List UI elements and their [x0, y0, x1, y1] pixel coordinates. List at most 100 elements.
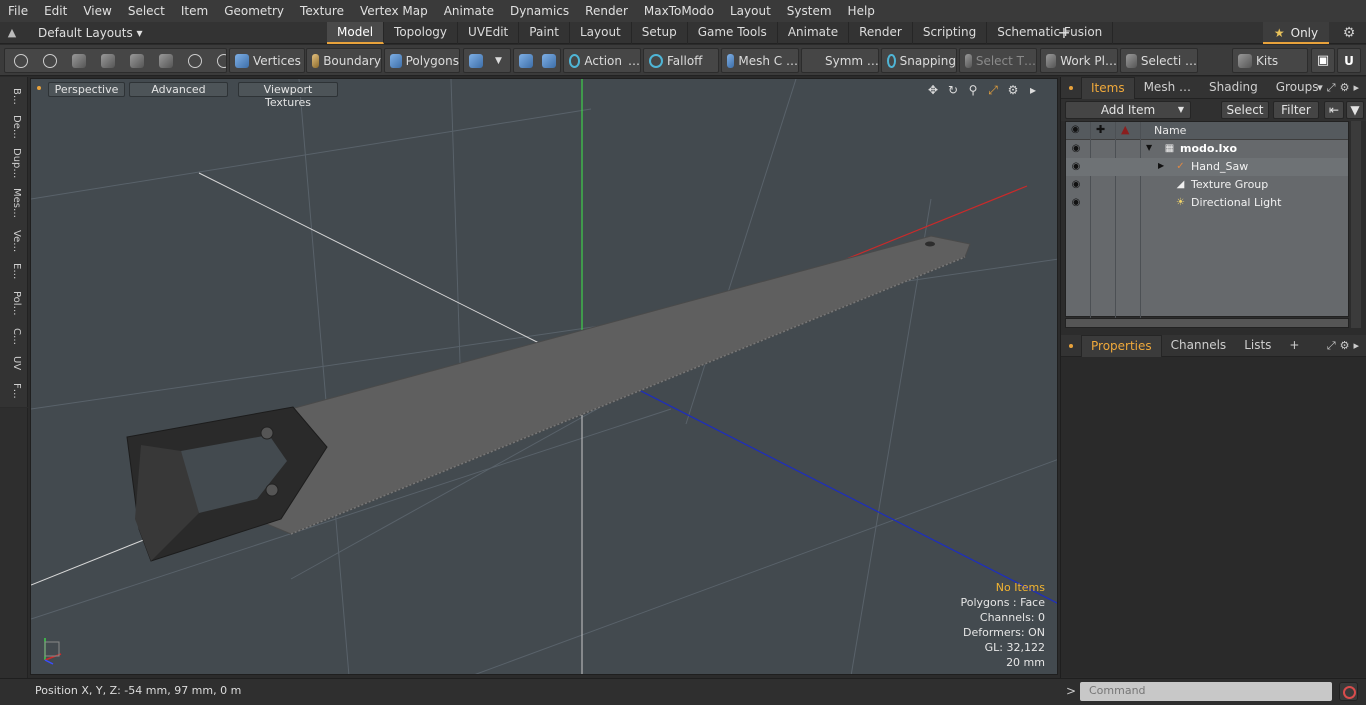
3d-viewport[interactable]: Perspective Advanced Viewport Textures ✥… [30, 78, 1058, 675]
tab-animate[interactable]: Animate [778, 22, 850, 44]
hand-saw-model[interactable] [126, 235, 971, 562]
scene-canvas[interactable] [31, 79, 1058, 675]
pan-icon[interactable]: ✥ [923, 82, 943, 98]
falloff-button[interactable]: Falloff [643, 48, 719, 73]
viewport-gear-icon[interactable]: ⚙ [1003, 82, 1023, 98]
command-input[interactable]: Command [1080, 682, 1332, 701]
expand-right-icon[interactable]: ▶ [1158, 161, 1164, 170]
shading-mode-button[interactable]: Advanced [129, 82, 228, 97]
tab-setup[interactable]: Setup [632, 22, 688, 44]
tree-row-hand-saw[interactable]: ◉ ▶ ✓ Hand_Saw [1066, 158, 1348, 176]
menu-layout[interactable]: Layout [722, 0, 779, 22]
viewport-arrow-icon[interactable]: ▸ [1023, 82, 1043, 98]
menu-select[interactable]: Select [120, 0, 173, 22]
tree-row-texture-group[interactable]: ◉ ◢ Texture Group [1066, 176, 1348, 194]
tab-model[interactable]: Model [327, 22, 385, 44]
eye-icon[interactable]: ◉ [1070, 197, 1082, 209]
tab-topology[interactable]: Topology [384, 22, 459, 44]
action-center-group[interactable] [513, 48, 561, 73]
lock-column-icon[interactable]: ✚ [1096, 123, 1105, 136]
name-column-header[interactable]: Name [1154, 124, 1186, 137]
item-list-horizontal-scrollbar[interactable] [1065, 318, 1349, 328]
polygons-button[interactable]: Polygons [384, 48, 460, 73]
gear-icon[interactable]: ⚙ [1338, 22, 1360, 44]
menu-view[interactable]: View [75, 0, 119, 22]
menu-help[interactable]: Help [840, 0, 883, 22]
tab-uvedit[interactable]: UVEdit [458, 22, 520, 44]
filter-button[interactable]: Filter [1273, 101, 1319, 119]
brush-icon[interactable] [101, 53, 115, 68]
left-tab-uv[interactable]: UV [4, 351, 22, 375]
eye-icon[interactable]: ◉ [1070, 143, 1082, 155]
left-tab-duplicate[interactable]: Dup… [4, 145, 22, 181]
symmetry-button[interactable]: Symm … [801, 48, 879, 73]
properties-panel-menu-dot[interactable] [1069, 343, 1073, 348]
eye-icon[interactable]: ◉ [1070, 179, 1082, 191]
tab-paint[interactable]: Paint [519, 22, 570, 44]
default-layouts-dropdown[interactable]: Default Layouts ▾ [24, 26, 324, 40]
menu-animate[interactable]: Animate [436, 0, 502, 22]
menu-dynamics[interactable]: Dynamics [502, 0, 577, 22]
menu-geometry[interactable]: Geometry [216, 0, 292, 22]
tab-game-tools[interactable]: Game Tools [688, 22, 778, 44]
visibility-column-icon[interactable]: ◉ [1071, 124, 1080, 135]
tab-scripting[interactable]: Scripting [913, 22, 988, 44]
tab-shading[interactable]: Shading [1200, 77, 1267, 98]
layout-expand-icon[interactable]: ▲ [0, 26, 24, 39]
menu-file[interactable]: File [0, 0, 36, 22]
maximize-icon[interactable]: ⤢ [983, 82, 1003, 98]
panel-controls-icon[interactable]: ▾⤢⚙▸ [1317, 77, 1363, 99]
tab-render[interactable]: Render [849, 22, 913, 44]
globe-icon[interactable] [43, 53, 57, 68]
items-panel-menu-dot[interactable] [1069, 85, 1073, 90]
unreal-button[interactable]: U [1337, 48, 1361, 73]
menu-item[interactable]: Item [173, 0, 216, 22]
orbit-icon[interactable]: ↻ [943, 82, 963, 98]
expand-icon[interactable]: ▼ [1146, 143, 1152, 152]
properties-controls-icon[interactable]: ⤢⚙▸ [1327, 335, 1363, 357]
tab-channels[interactable]: Channels [1162, 335, 1236, 356]
work-plane-button[interactable]: Work Pl… [1040, 48, 1118, 73]
menu-render[interactable]: Render [577, 0, 636, 22]
add-item-button[interactable]: Add Item ▼ [1065, 101, 1191, 119]
menu-maxtomodo[interactable]: MaxToModo [636, 0, 722, 22]
mesh-constraint-button[interactable]: Mesh C … [721, 48, 799, 73]
snapping-button[interactable]: Snapping [881, 48, 957, 73]
zoom-icon[interactable]: ⚲ [963, 82, 983, 98]
pen-icon[interactable] [72, 53, 86, 68]
eye-icon[interactable]: ◉ [1070, 161, 1082, 173]
left-tab-polygon[interactable]: Pol… [4, 285, 22, 321]
select-through-button[interactable]: Select T… [959, 48, 1037, 73]
menu-vertex-map[interactable]: Vertex Map [352, 0, 436, 22]
tab-lists[interactable]: Lists [1235, 335, 1280, 356]
select-circle-icon[interactable] [14, 53, 28, 68]
boundary-button[interactable]: Boundary [306, 48, 382, 73]
viewport-textures-button[interactable]: Viewport Textures [238, 82, 338, 109]
action-button[interactable]: Action… [563, 48, 641, 73]
record-macro-icon[interactable] [1339, 682, 1358, 701]
left-tab-edge[interactable]: E… [4, 259, 22, 283]
selection-sets-button[interactable]: Selecti … [1120, 48, 1198, 73]
left-tab-curve[interactable]: C… [4, 323, 22, 349]
scale-icon[interactable] [217, 53, 226, 68]
tab-properties[interactable]: Properties [1081, 334, 1162, 357]
material-dropdown[interactable]: ▼ [463, 48, 511, 73]
left-tab-mesh-edit[interactable]: Mes… [4, 183, 22, 223]
type-column-icon[interactable]: ▲ [1121, 123, 1129, 136]
tab-items[interactable]: Items [1081, 76, 1135, 99]
left-tab-vertex[interactable]: Ve… [4, 225, 22, 257]
funnel-icon[interactable]: ▼ [1346, 101, 1364, 119]
vertices-button[interactable]: Vertices [229, 48, 305, 73]
menu-system[interactable]: System [779, 0, 840, 22]
add-layout-tab-button[interactable]: + [1056, 22, 1072, 44]
menu-edit[interactable]: Edit [36, 0, 75, 22]
left-tab-basic[interactable]: B… [4, 83, 22, 109]
transform-icon[interactable] [159, 53, 173, 68]
menu-texture[interactable]: Texture [292, 0, 352, 22]
tree-row-directional-light[interactable]: ◉ ☀ Directional Light [1066, 194, 1348, 212]
collapse-icon[interactable]: ⇤ [1324, 101, 1344, 119]
tree-row-scene[interactable]: ◉ ▼ ▦ modo.lxo [1066, 140, 1348, 158]
tab-schematic-fusion[interactable]: Schematic Fusion [987, 22, 1114, 44]
left-tab-deform[interactable]: De… [4, 111, 22, 143]
item-list-vertical-scrollbar[interactable] [1351, 121, 1361, 328]
